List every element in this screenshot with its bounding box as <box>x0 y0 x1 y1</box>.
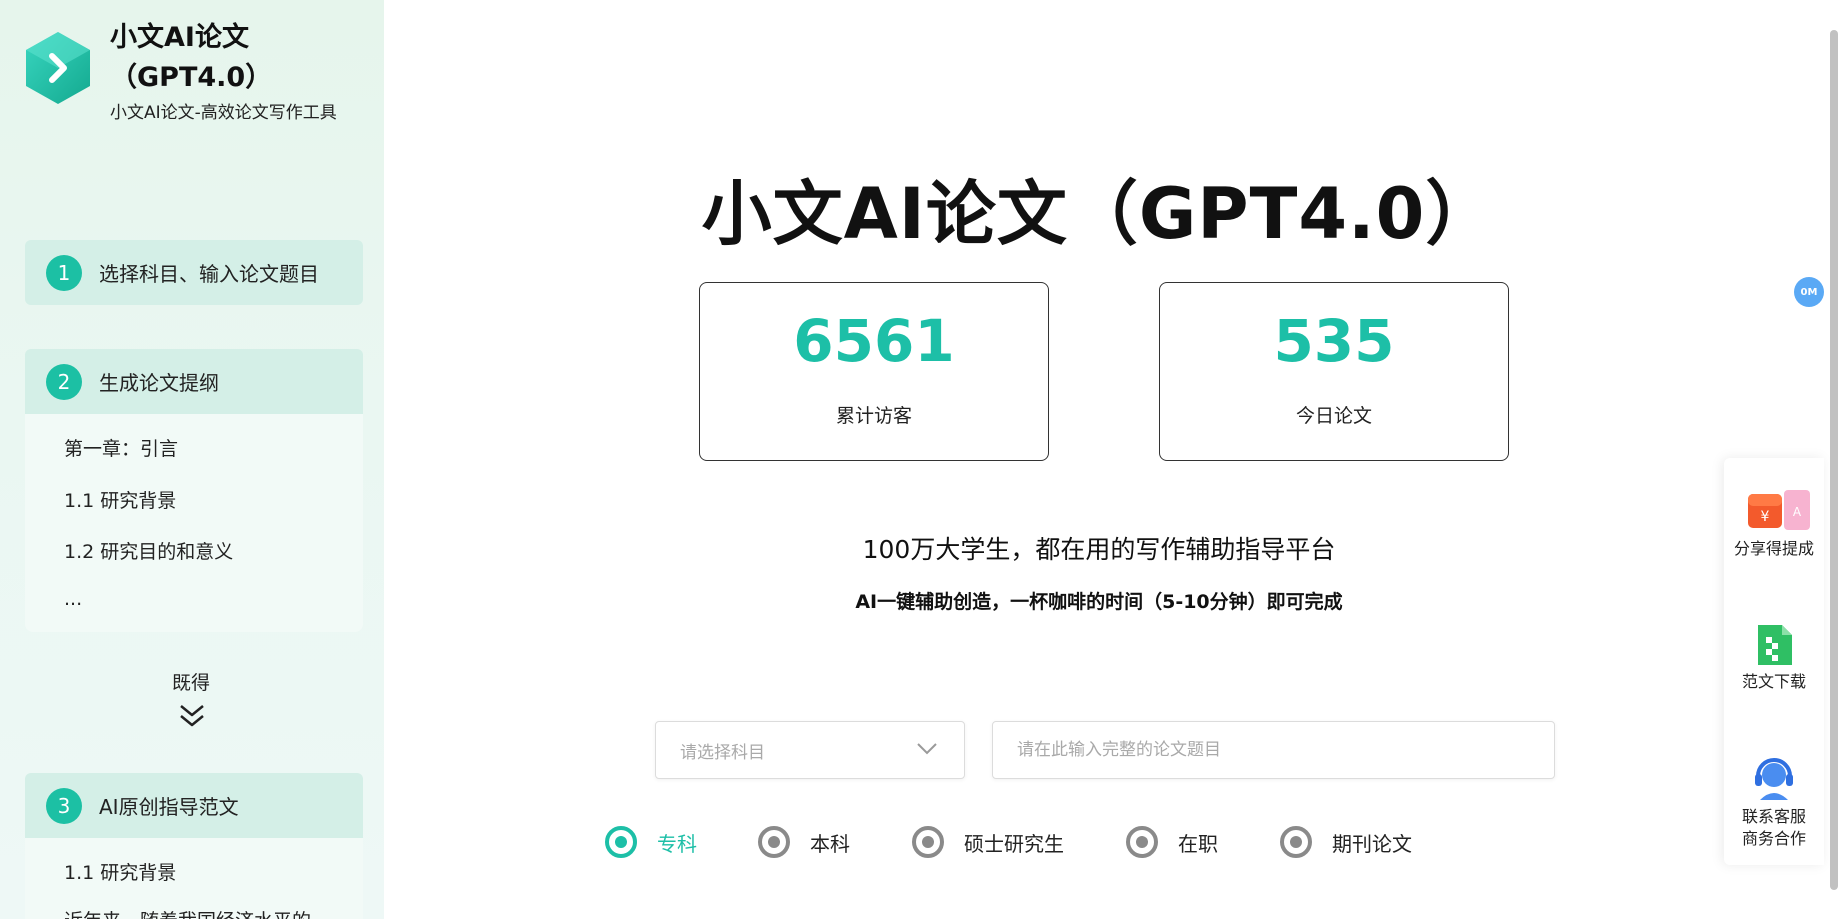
radio-label: 硕士研究生 <box>964 831 1064 856</box>
subject-select[interactable]: 请选择科目 <box>655 721 965 779</box>
subject-select-placeholder: 请选择科目 <box>680 742 765 763</box>
contact-button[interactable]: 联系客服 商务合作 <box>1724 756 1824 850</box>
stat-value: 6561 <box>793 307 955 375</box>
expand-label[interactable]: 既得 <box>172 668 210 695</box>
brand-title-line1: 小文AI论文 <box>110 22 249 53</box>
radio-label: 本科 <box>810 831 850 856</box>
step-2-header[interactable]: 2 生成论文提纲 <box>25 349 363 414</box>
floating-toolbar: ¥ A 分享得提成 范文下载 联系客服 商务合作 <box>1724 458 1824 865</box>
contact-label-1: 联系客服 <box>1741 807 1806 826</box>
chevron-down-icon <box>917 743 937 755</box>
download-label: 范文下载 <box>1741 672 1806 691</box>
step-2-number: 2 <box>46 363 82 400</box>
sample-text-list: 1.1 研究背景 近年来，随着我国经济水平的 <box>25 838 363 919</box>
step-1-number: 1 <box>46 254 82 291</box>
level-radio-zhuanke[interactable]: 专科 <box>605 826 697 858</box>
download-button[interactable]: 范文下载 <box>1724 623 1824 693</box>
radio-unchecked-icon <box>758 826 790 858</box>
list-item: 第一章：引言 <box>64 438 179 460</box>
double-chevron-down-icon[interactable] <box>178 703 206 729</box>
share-button[interactable]: ¥ A 分享得提成 <box>1724 488 1824 560</box>
svg-text:A: A <box>1793 505 1802 519</box>
stat-label: 今日论文 <box>1295 405 1372 427</box>
level-radio-onjob[interactable]: 在职 <box>1126 826 1218 858</box>
page-title: 小文AI论文（GPT4.0） <box>701 173 1497 255</box>
step-3-label: AI原创指导范文 <box>99 795 239 819</box>
radio-unchecked-icon <box>1126 826 1158 858</box>
step-3-header[interactable]: 3 AI原创指导范文 <box>25 773 363 838</box>
list-item: 1.1 研究背景 <box>64 862 177 884</box>
radio-label: 在职 <box>1178 831 1218 856</box>
list-item: 近年来，随着我国经济水平的 <box>64 906 311 919</box>
list-item: 1.1 研究背景 <box>64 490 177 512</box>
network-speed-badge[interactable]: 0M <box>1794 277 1824 307</box>
brand-title: 小文AI论文 （GPT4.0） <box>110 18 370 98</box>
brand-subtitle: 小文AI论文-高效论文写作工具 <box>110 103 337 123</box>
slogan-subtitle: AI一键辅助创造，一杯咖啡的时间（5-10分钟）即可完成 <box>855 591 1343 613</box>
share-label: 分享得提成 <box>1733 539 1814 558</box>
slogan: 100万大学生，都在用的写作辅助指导平台 <box>862 535 1336 564</box>
step-1-header[interactable]: 1 选择科目、输入论文题目 <box>25 240 363 305</box>
stat-label: 累计访客 <box>835 405 912 427</box>
step-2-label: 生成论文提纲 <box>99 371 219 395</box>
sidebar: 小文AI论文 （GPT4.0） 小文AI论文-高效论文写作工具 1 选择科目、输… <box>0 0 384 919</box>
level-radio-journal[interactable]: 期刊论文 <box>1280 826 1412 858</box>
document-download-icon <box>1758 625 1792 665</box>
brand-title-line2: （GPT4.0） <box>110 62 273 93</box>
svg-text:¥: ¥ <box>1761 509 1770 525</box>
logo-icon <box>24 30 92 106</box>
customer-service-icon <box>1755 758 1793 800</box>
step-3-number: 3 <box>46 787 82 824</box>
step-1-label: 选择科目、输入论文题目 <box>99 262 319 286</box>
level-radio-benke[interactable]: 本科 <box>758 826 850 858</box>
outline-list: 第一章：引言 1.1 研究背景 1.2 研究目的和意义 ... <box>25 414 363 632</box>
stat-card-visitors: 6561 累计访客 <box>699 282 1049 461</box>
radio-checked-icon <box>605 826 637 858</box>
list-item: ... <box>64 588 83 610</box>
scrollbar[interactable] <box>1830 30 1838 890</box>
paper-title-input[interactable] <box>992 721 1555 779</box>
red-envelope-icon: ¥ A <box>1748 490 1810 530</box>
stat-value: 535 <box>1273 307 1395 375</box>
stat-card-papers-today: 535 今日论文 <box>1159 282 1509 461</box>
contact-label-2: 商务合作 <box>1741 829 1806 848</box>
radio-unchecked-icon <box>912 826 944 858</box>
radio-label: 专科 <box>657 831 697 856</box>
radio-label: 期刊论文 <box>1332 831 1412 856</box>
level-radio-master[interactable]: 硕士研究生 <box>912 826 1064 858</box>
radio-unchecked-icon <box>1280 826 1312 858</box>
list-item: 1.2 研究目的和意义 <box>64 541 234 563</box>
